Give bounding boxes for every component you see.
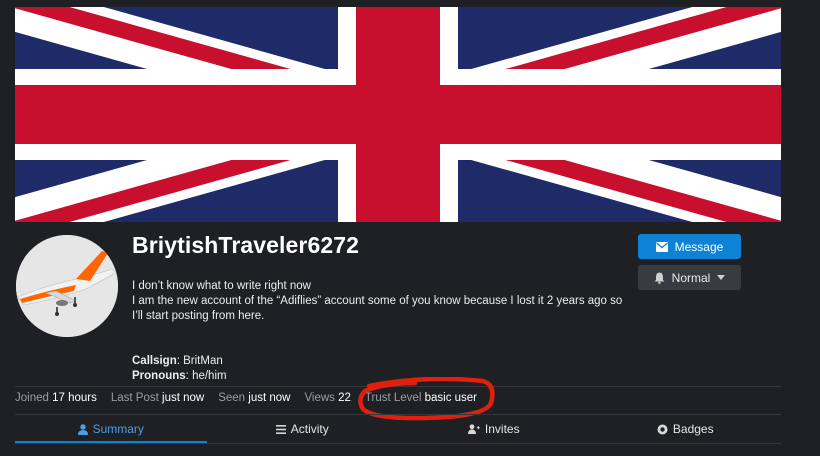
message-button-label: Message [674,239,724,254]
user-stats: Joined 17 hours Last Post just now Seen … [15,392,477,404]
stat-value: just now [162,392,205,404]
divider [15,386,781,387]
profile-banner [15,7,781,222]
stat-value: basic user [424,392,478,404]
certificate-icon [657,424,668,435]
notification-level-dropdown[interactable]: Normal [638,265,741,290]
profile-bio: I don’t know what to write right now I a… [132,279,632,384]
user-field-pronouns: Pronouns: he/him [132,370,227,382]
stat-trust-level: Trust Level basic user [365,392,477,404]
list-icon [275,424,286,434]
envelope-icon [655,241,668,252]
field-value: BritMan [183,355,223,367]
tab-label: Badges [672,422,714,436]
user-icon [77,423,88,435]
user-field-callsign: Callsign: BritMan [132,355,223,367]
stat-label: Seen [218,392,246,404]
tab-label: Activity [290,422,329,436]
stat-label: Last Post [110,392,159,404]
stat-joined: Joined 17 hours [15,392,97,404]
union-jack-flag-image [15,7,781,222]
bio-line: I am the new account of the “Adiflies” a… [132,295,623,322]
tab-label: Invites [484,422,520,436]
field-key: Callsign [132,355,177,367]
stat-value: just now [248,392,291,404]
divider [15,414,781,415]
bell-icon [654,272,665,284]
caret-down-icon [717,275,726,280]
avatar[interactable] [16,235,118,337]
stat-views: Views 22 [304,392,350,404]
message-button[interactable]: Message [638,234,741,259]
stat-label: Joined [15,392,49,404]
profile-tabs: Summary Activity Invites Badges [15,416,782,443]
field-value: he/him [192,370,227,382]
tab-invites[interactable]: Invites [398,416,590,442]
username: BriytishTraveler6272 [132,232,360,258]
tab-badges[interactable]: Badges [590,416,782,442]
tab-label: Summary [92,422,144,436]
stat-label: Views [304,392,335,404]
tab-activity[interactable]: Activity [207,416,399,442]
airplane-avatar-image [16,235,118,337]
stat-value: 22 [338,392,351,404]
stat-label: Trust Level [364,392,422,404]
stat-seen: Seen just now [218,392,290,404]
stat-last-post[interactable]: Last Post just now [111,392,204,404]
bio-line: I don’t know what to write right now [132,280,311,292]
notification-level-label: Normal [671,270,711,285]
tab-summary[interactable]: Summary [15,416,207,443]
user-plus-icon [467,424,480,434]
stat-value: 17 hours [52,392,97,404]
field-key: Pronouns [132,370,186,382]
divider [15,443,781,444]
